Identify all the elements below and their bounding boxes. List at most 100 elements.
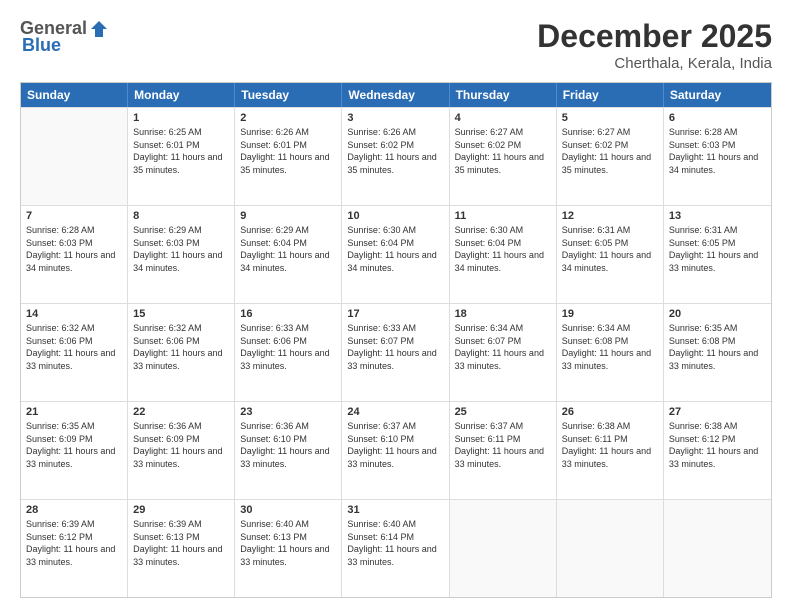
- calendar: SundayMondayTuesdayWednesdayThursdayFrid…: [20, 82, 772, 598]
- cell-day-number: 6: [669, 112, 766, 124]
- subtitle: Cherthala, Kerala, India: [537, 55, 772, 72]
- cell-info: Sunrise: 6:29 AMSunset: 6:03 PMDaylight:…: [133, 224, 229, 274]
- cell-info: Sunrise: 6:25 AMSunset: 6:01 PMDaylight:…: [133, 126, 229, 176]
- cal-cell: [664, 500, 771, 597]
- cell-day-number: 8: [133, 210, 229, 222]
- day-header-thursday: Thursday: [450, 83, 557, 107]
- page: General Blue December 2025 Cherthala, Ke…: [0, 0, 792, 612]
- cal-week-4: 21Sunrise: 6:35 AMSunset: 6:09 PMDayligh…: [21, 401, 771, 499]
- cell-day-number: 29: [133, 504, 229, 516]
- cal-cell: 18Sunrise: 6:34 AMSunset: 6:07 PMDayligh…: [450, 304, 557, 401]
- cell-day-number: 5: [562, 112, 658, 124]
- cal-cell: 24 Sunrise: 6:37 AMSunset: 6:10 PMDayligh…: [342, 402, 449, 499]
- cell-day-number: 25: [455, 406, 551, 418]
- month-title: December 2025: [537, 18, 772, 55]
- cell-info: Sunrise: 6:32 AMSunset: 6:06 PMDaylight:…: [26, 322, 122, 372]
- day-header-wednesday: Wednesday: [342, 83, 449, 107]
- cal-cell: 22Sunrise: 6:36 AMSunset: 6:09 PMDayligh…: [128, 402, 235, 499]
- cal-cell: 21Sunrise: 6:35 AMSunset: 6:09 PMDayligh…: [21, 402, 128, 499]
- cell-day-number: 17: [347, 308, 443, 320]
- cal-cell: [557, 500, 664, 597]
- cell-info: Sunrise: 6:36 AMSunset: 6:10 PMDaylight:…: [240, 420, 336, 470]
- cal-cell: 19 Sunrise: 6:34 AMSunset: 6:08 PMDayligh…: [557, 304, 664, 401]
- cell-info: Sunrise: 6:33 AMSunset: 6:07 PMDaylight:…: [347, 322, 443, 372]
- cell-info: Sunrise: 6:37 AMSunset: 6:10 PMDaylight:…: [347, 420, 443, 470]
- calendar-header: SundayMondayTuesdayWednesdayThursdayFrid…: [21, 83, 771, 107]
- cell-day-number: 11: [455, 210, 551, 222]
- cal-cell: 26 Sunrise: 6:38 AMSunset: 6:11 PMDayligh…: [557, 402, 664, 499]
- cell-info: Sunrise: 6:30 AMSunset: 6:04 PMDaylight:…: [347, 224, 443, 274]
- logo-icon: [89, 19, 109, 39]
- cell-day-number: 4: [455, 112, 551, 124]
- cell-day-number: 3: [347, 112, 443, 124]
- cell-day-number: 19: [562, 308, 658, 320]
- cell-info: Sunrise: 6:40 AMSunset: 6:13 PMDaylight:…: [240, 518, 336, 568]
- cal-cell: [21, 108, 128, 205]
- cell-info: Sunrise: 6:27 AMSunset: 6:02 PMDaylight:…: [455, 126, 551, 176]
- cell-info: Sunrise: 6:31 AMSunset: 6:05 PMDaylight:…: [669, 224, 766, 274]
- cal-cell: [450, 500, 557, 597]
- cal-cell: 27Sunrise: 6:38 AMSunset: 6:12 PMDayligh…: [664, 402, 771, 499]
- cal-cell: 31Sunrise: 6:40 AMSunset: 6:14 PMDayligh…: [342, 500, 449, 597]
- cell-info: Sunrise: 6:39 AMSunset: 6:13 PMDaylight:…: [133, 518, 229, 568]
- day-header-sunday: Sunday: [21, 83, 128, 107]
- cal-cell: 30Sunrise: 6:40 AMSunset: 6:13 PMDayligh…: [235, 500, 342, 597]
- cal-cell: 1Sunrise: 6:25 AMSunset: 6:01 PMDaylight…: [128, 108, 235, 205]
- cal-cell: 15 Sunrise: 6:32 AMSunset: 6:06 PMDayligh…: [128, 304, 235, 401]
- cal-cell: 17 Sunrise: 6:33 AMSunset: 6:07 PMDayligh…: [342, 304, 449, 401]
- cal-cell: 13 Sunrise: 6:31 AMSunset: 6:05 PMDayligh…: [664, 206, 771, 303]
- cal-cell: 28 Sunrise: 6:39 AMSunset: 6:12 PMDayligh…: [21, 500, 128, 597]
- cell-info: Sunrise: 6:31 AMSunset: 6:05 PMDaylight:…: [562, 224, 658, 274]
- cell-info: Sunrise: 6:28 AMSunset: 6:03 PMDaylight:…: [669, 126, 766, 176]
- cell-day-number: 23: [240, 406, 336, 418]
- cell-day-number: 24: [347, 406, 443, 418]
- cal-cell: 3Sunrise: 6:26 AMSunset: 6:02 PMDaylight…: [342, 108, 449, 205]
- cal-cell: 14 Sunrise: 6:32 AMSunset: 6:06 PMDayligh…: [21, 304, 128, 401]
- cell-day-number: 14: [26, 308, 122, 320]
- cell-day-number: 12: [562, 210, 658, 222]
- cal-cell: 4 Sunrise: 6:27 AMSunset: 6:02 PMDaylight…: [450, 108, 557, 205]
- cell-info: Sunrise: 6:30 AMSunset: 6:04 PMDaylight:…: [455, 224, 551, 274]
- cell-info: Sunrise: 6:33 AMSunset: 6:06 PMDaylight:…: [240, 322, 336, 372]
- cell-info: Sunrise: 6:34 AMSunset: 6:08 PMDaylight:…: [562, 322, 658, 372]
- logo: General Blue: [20, 18, 109, 56]
- cell-info: Sunrise: 6:34 AMSunset: 6:07 PMDaylight:…: [455, 322, 551, 372]
- cal-cell: 7Sunrise: 6:28 AMSunset: 6:03 PMDaylight…: [21, 206, 128, 303]
- cell-day-number: 27: [669, 406, 766, 418]
- cell-info: Sunrise: 6:27 AMSunset: 6:02 PMDaylight:…: [562, 126, 658, 176]
- cell-info: Sunrise: 6:38 AMSunset: 6:11 PMDaylight:…: [562, 420, 658, 470]
- cell-info: Sunrise: 6:40 AMSunset: 6:14 PMDaylight:…: [347, 518, 443, 568]
- header: General Blue December 2025 Cherthala, Ke…: [20, 18, 772, 72]
- cell-day-number: 22: [133, 406, 229, 418]
- cal-cell: 11 Sunrise: 6:30 AMSunset: 6:04 PMDayligh…: [450, 206, 557, 303]
- calendar-body: 1Sunrise: 6:25 AMSunset: 6:01 PMDaylight…: [21, 107, 771, 597]
- cell-day-number: 20: [669, 308, 766, 320]
- cell-day-number: 28: [26, 504, 122, 516]
- cell-info: Sunrise: 6:35 AMSunset: 6:08 PMDaylight:…: [669, 322, 766, 372]
- day-header-saturday: Saturday: [664, 83, 771, 107]
- cell-day-number: 2: [240, 112, 336, 124]
- cal-cell: 10 Sunrise: 6:30 AMSunset: 6:04 PMDayligh…: [342, 206, 449, 303]
- day-header-monday: Monday: [128, 83, 235, 107]
- cal-cell: 12 Sunrise: 6:31 AMSunset: 6:05 PMDayligh…: [557, 206, 664, 303]
- cell-day-number: 9: [240, 210, 336, 222]
- cell-day-number: 13: [669, 210, 766, 222]
- cal-cell: 16 Sunrise: 6:33 AMSunset: 6:06 PMDayligh…: [235, 304, 342, 401]
- cell-day-number: 10: [347, 210, 443, 222]
- cell-day-number: 15: [133, 308, 229, 320]
- cell-info: Sunrise: 6:32 AMSunset: 6:06 PMDaylight:…: [133, 322, 229, 372]
- cal-cell: 2Sunrise: 6:26 AMSunset: 6:01 PMDaylight…: [235, 108, 342, 205]
- cal-cell: 23 Sunrise: 6:36 AMSunset: 6:10 PMDayligh…: [235, 402, 342, 499]
- cal-week-3: 14 Sunrise: 6:32 AMSunset: 6:06 PMDayligh…: [21, 303, 771, 401]
- title-section: December 2025 Cherthala, Kerala, India: [537, 18, 772, 72]
- cal-cell: 25Sunrise: 6:37 AMSunset: 6:11 PMDayligh…: [450, 402, 557, 499]
- cal-cell: 5 Sunrise: 6:27 AMSunset: 6:02 PMDaylight…: [557, 108, 664, 205]
- cell-day-number: 7: [26, 210, 122, 222]
- cell-day-number: 16: [240, 308, 336, 320]
- cal-cell: 8 Sunrise: 6:29 AMSunset: 6:03 PMDaylight…: [128, 206, 235, 303]
- cal-cell: 6 Sunrise: 6:28 AMSunset: 6:03 PMDaylight…: [664, 108, 771, 205]
- cal-week-1: 1Sunrise: 6:25 AMSunset: 6:01 PMDaylight…: [21, 107, 771, 205]
- day-header-tuesday: Tuesday: [235, 83, 342, 107]
- cell-info: Sunrise: 6:39 AMSunset: 6:12 PMDaylight:…: [26, 518, 122, 568]
- cell-day-number: 26: [562, 406, 658, 418]
